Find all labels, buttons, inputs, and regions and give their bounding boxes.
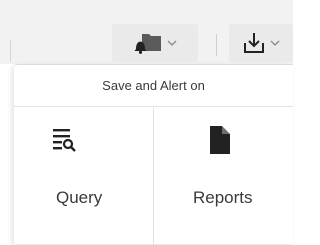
reports-option[interactable]: Reports <box>154 108 293 245</box>
chevron-down-icon <box>270 40 280 46</box>
chevron-down-icon <box>167 40 177 46</box>
popover-title: Save and Alert on <box>14 65 293 107</box>
toolbar-separator <box>216 34 217 56</box>
download-icon <box>244 33 264 53</box>
save-alert-dropdown-button[interactable] <box>112 24 198 62</box>
download-dropdown-button[interactable] <box>229 24 293 62</box>
save-alert-popover: Save and Alert on Query Reports <box>14 64 293 245</box>
toolbar <box>0 0 293 64</box>
query-list-search-icon <box>14 126 153 162</box>
bell-folder-icon <box>134 34 161 54</box>
reports-option-label: Reports <box>193 188 253 207</box>
query-option-label: Query <box>56 188 103 207</box>
query-option[interactable]: Query <box>14 108 153 245</box>
document-icon <box>154 126 293 162</box>
toolbar-divider <box>10 40 11 62</box>
